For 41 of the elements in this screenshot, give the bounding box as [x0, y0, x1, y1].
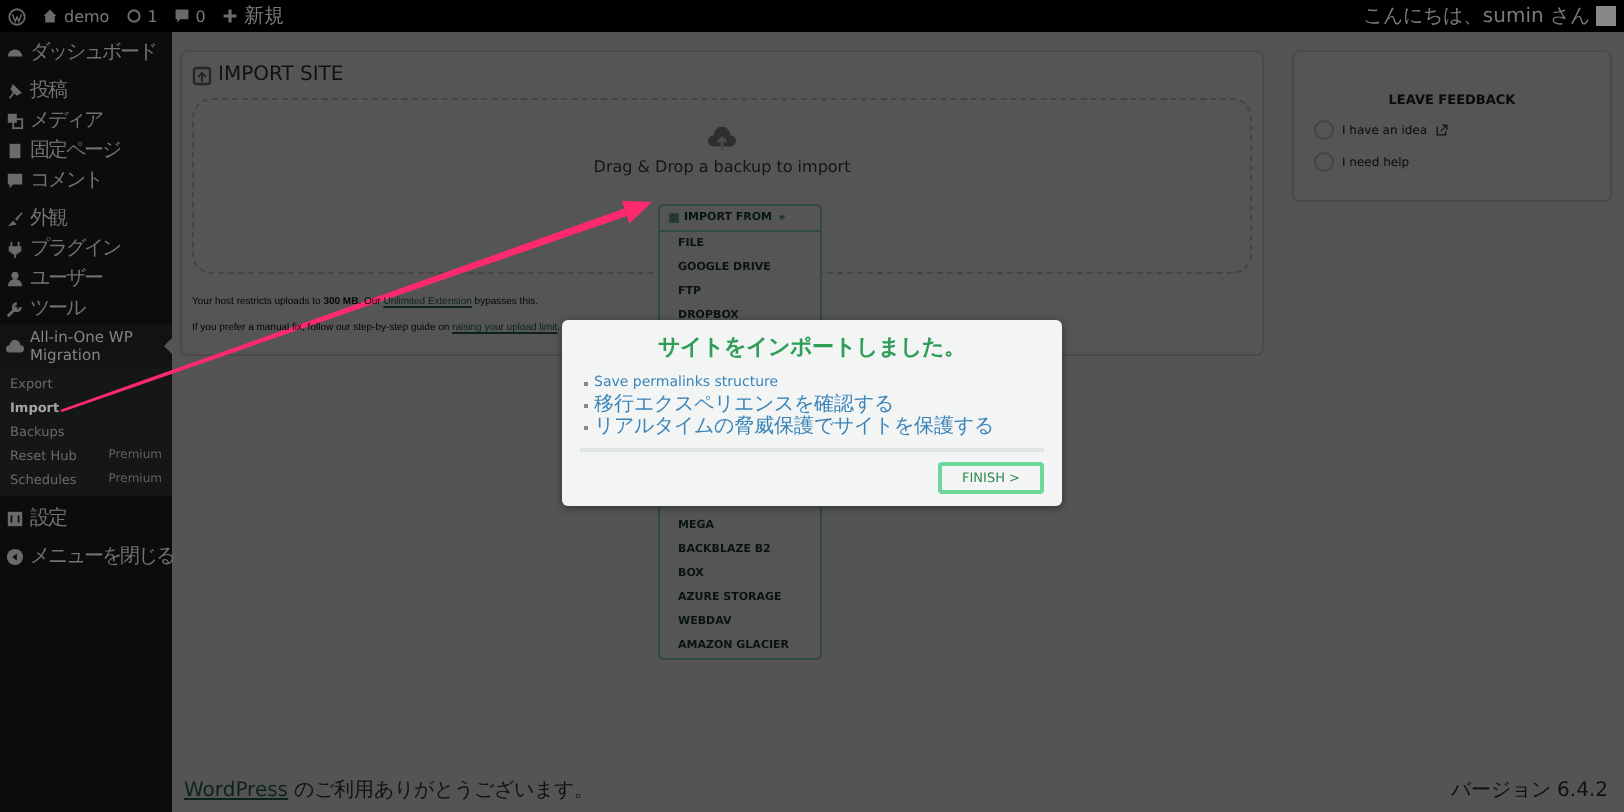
cloud-upload-icon: [706, 124, 738, 152]
brush-icon: [6, 210, 24, 228]
wordpress-link[interactable]: WordPress: [184, 780, 289, 802]
user-icon: [6, 270, 24, 288]
sidebar-item[interactable]: ユーザー: [0, 264, 172, 294]
sidebar-item[interactable]: プラグイン: [0, 234, 172, 264]
step-link[interactable]: 移行エクスペリエンスを確認する: [584, 394, 1044, 416]
sidebar-item[interactable]: 投稿: [0, 76, 172, 106]
sidebar-item[interactable]: 設定: [0, 504, 172, 534]
sidebar-item[interactable]: ダッシュボード: [0, 38, 172, 68]
page-title: IMPORT SITE: [218, 64, 344, 86]
plus-icon[interactable]: [221, 8, 238, 24]
modal-title: サイトをインポートしました。: [656, 332, 968, 362]
plug-icon: [6, 240, 24, 258]
media-icon: [6, 112, 24, 130]
import-icon: [668, 212, 680, 224]
greeting-link[interactable]: こんにちは、sumin さん: [1362, 2, 1590, 30]
sidebar-item[interactable]: ツール: [0, 294, 172, 324]
sidebar-item[interactable]: 外観: [0, 204, 172, 234]
wordpress-logo-icon[interactable]: [8, 7, 26, 25]
footer-text: WordPress のご利用ありがとうございます。: [184, 777, 595, 804]
import-icon: [192, 65, 212, 85]
update-count: 1: [147, 7, 158, 25]
site-name-link[interactable]: demo: [64, 7, 110, 25]
comment-icon: [6, 172, 24, 190]
home-icon[interactable]: [42, 8, 58, 24]
comment-icon[interactable]: [173, 8, 190, 24]
new-link[interactable]: 新規: [243, 2, 284, 30]
caret-icon: [776, 212, 789, 224]
cloud-icon: [6, 337, 24, 355]
step-link[interactable]: リアルタイムの脅威保護でサイトを保護する: [584, 416, 1044, 438]
comment-count: 0: [195, 7, 206, 25]
version-text: バージョン 6.4.2: [1450, 778, 1608, 804]
pages-icon: [6, 142, 24, 160]
pin-icon: [6, 82, 24, 100]
wrench-icon: [6, 300, 24, 318]
sidebar-item[interactable]: 固定ページ: [0, 136, 172, 166]
collapse-icon: [6, 548, 24, 566]
drop-hint: Drag & Drop a backup to import: [593, 158, 851, 176]
sidebar-item[interactable]: コメント: [0, 166, 172, 196]
sidebar-item[interactable]: メディア: [0, 106, 172, 136]
